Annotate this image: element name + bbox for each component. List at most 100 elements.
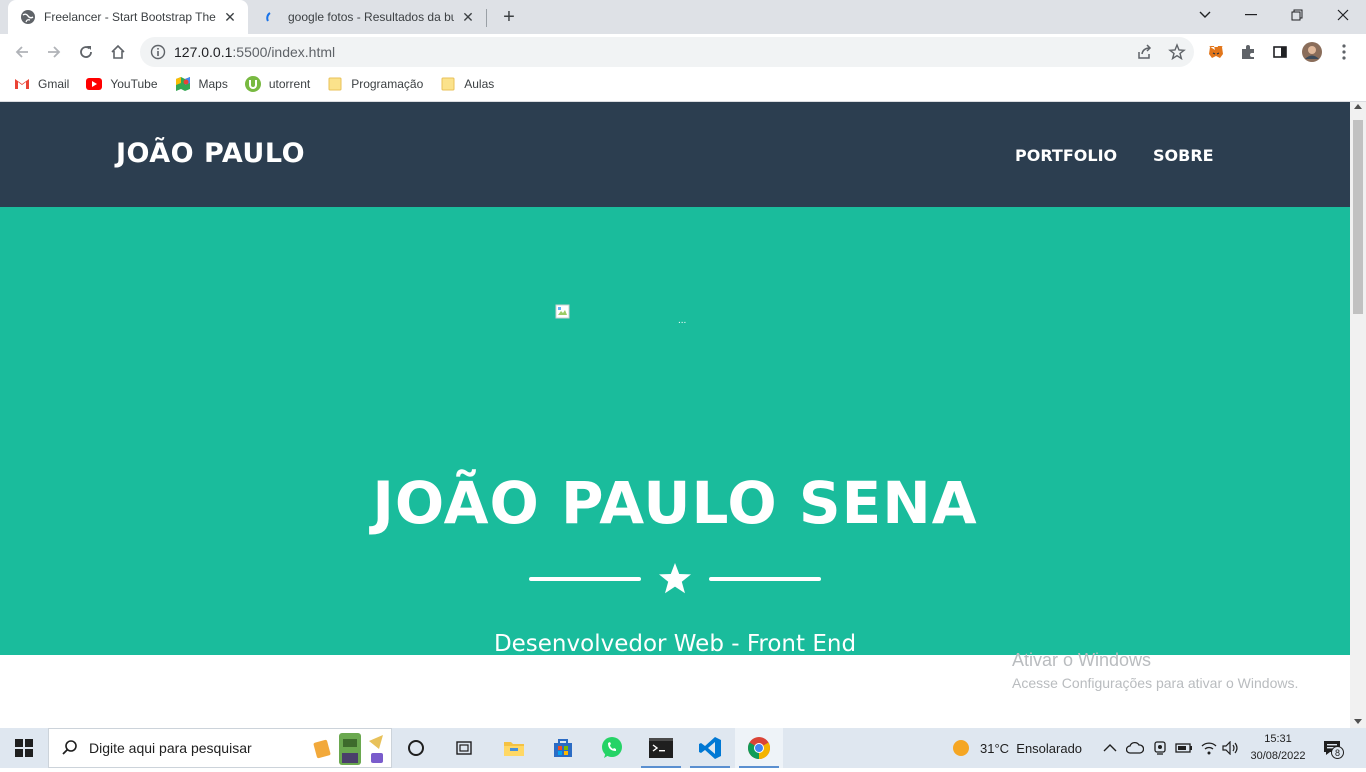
search-highlight-illustration-icon	[313, 731, 389, 772]
metamask-icon[interactable]	[1206, 42, 1226, 62]
windows-start-button[interactable]	[0, 728, 48, 768]
watermark-subtitle: Acesse Configurações para ativar o Windo…	[1012, 675, 1299, 691]
scroll-up-arrow[interactable]	[1354, 104, 1362, 109]
divider-line-left	[529, 577, 641, 581]
url-text: 127.0.0.1:5500/index.html	[174, 44, 336, 60]
address-bar[interactable]: 127.0.0.1:5500/index.html	[140, 37, 1194, 67]
file-explorer-button[interactable]	[490, 728, 538, 768]
avatar-image-alt: ...	[678, 315, 687, 326]
reload-button[interactable]	[72, 38, 100, 66]
bookmark-utorrent[interactable]: utorrent	[244, 76, 310, 92]
notification-center-button[interactable]: 8	[1322, 728, 1344, 768]
maps-icon	[175, 76, 191, 92]
site-brand-link[interactable]: JOÃO PAULO	[116, 138, 305, 169]
scroll-down-arrow[interactable]	[1354, 719, 1362, 724]
microsoft-store-button[interactable]	[539, 728, 587, 768]
tab-title: Freelancer - Start Bootstrap Then	[44, 10, 216, 24]
sun-icon	[952, 739, 970, 757]
chrome-icon	[748, 737, 770, 759]
search-placeholder: Digite aqui para pesquisar	[89, 740, 252, 756]
info-icon[interactable]	[150, 44, 166, 60]
window-close-button[interactable]	[1320, 0, 1366, 30]
bookmark-gmail[interactable]: Gmail	[14, 76, 69, 92]
task-view-icon	[456, 741, 472, 755]
bookmark-youtube[interactable]: YouTube	[86, 76, 158, 92]
task-view-button[interactable]	[440, 728, 488, 768]
volume-icon[interactable]	[1222, 728, 1240, 768]
taskbar-clock[interactable]: 15:31 30/08/2022	[1246, 731, 1310, 765]
hero-title: JOÃO PAULO SENA	[372, 469, 978, 537]
share-icon[interactable]	[1136, 43, 1154, 66]
tab-freelancer[interactable]: Freelancer - Start Bootstrap Then ✕	[8, 0, 248, 34]
cortana-button[interactable]	[392, 728, 440, 768]
close-icon[interactable]: ✕	[222, 9, 238, 25]
extensions-puzzle-icon[interactable]	[1238, 42, 1258, 62]
web-page: JOÃO PAULO PORTFOLIO SOBRE ... JOÃO PAUL…	[0, 102, 1350, 728]
wifi-icon[interactable]	[1200, 728, 1218, 768]
sync-cloud-icon[interactable]	[1126, 728, 1144, 768]
bookmark-star-icon[interactable]	[1168, 43, 1186, 66]
broken-image-icon	[555, 304, 571, 320]
terminal-button[interactable]	[637, 728, 685, 768]
utorrent-icon	[244, 76, 261, 92]
site-navbar: JOÃO PAULO PORTFOLIO SOBRE	[0, 102, 1350, 207]
bookmark-maps[interactable]: Maps	[175, 76, 228, 92]
clock-date: 30/08/2022	[1250, 750, 1306, 762]
clock-time: 15:31	[1264, 733, 1292, 745]
windows-logo-icon	[15, 739, 33, 757]
terminal-icon	[649, 738, 673, 758]
tab-search-button[interactable]	[1182, 0, 1228, 30]
scrollbar-thumb[interactable]	[1353, 120, 1363, 314]
star-divider	[529, 562, 821, 596]
bookmarks-bar: Gmail YouTube Maps utorrent Programação …	[0, 70, 1366, 98]
notification-icon: 8	[1322, 739, 1344, 759]
page-scrollbar[interactable]	[1350, 102, 1366, 728]
loading-icon	[264, 9, 280, 25]
new-tab-button[interactable]: +	[498, 6, 520, 28]
tab-separator	[486, 9, 487, 27]
watermark-title: Ativar o Windows	[1012, 650, 1152, 670]
whatsapp-button[interactable]	[588, 728, 636, 768]
tab-title: google fotos - Resultados da bus	[288, 10, 454, 24]
forward-button[interactable]	[40, 38, 68, 66]
restore-button[interactable]	[1274, 0, 1320, 30]
folder-icon	[440, 76, 456, 92]
menu-kebab-icon[interactable]	[1334, 42, 1354, 62]
taskbar-search-box[interactable]: Digite aqui para pesquisar	[48, 728, 392, 768]
folder-icon	[327, 76, 343, 92]
battery-icon[interactable]	[1175, 728, 1193, 768]
weather-text: 31°C Ensolarado	[980, 740, 1083, 756]
chrome-button[interactable]	[735, 728, 783, 768]
globe-icon	[20, 9, 36, 25]
cortana-icon	[408, 740, 424, 756]
vscode-icon	[699, 737, 721, 759]
windows-taskbar: Digite aqui para pesquisar 31°C Ensolara…	[0, 728, 1366, 768]
masthead: ... JOÃO PAULO SENA Desenvolvedor Web - …	[0, 207, 1350, 657]
back-button[interactable]	[8, 38, 36, 66]
webcam-icon[interactable]	[1152, 728, 1168, 768]
browser-toolbar: 127.0.0.1:5500/index.html	[0, 34, 1366, 70]
search-icon	[61, 739, 79, 757]
youtube-icon	[86, 76, 103, 92]
notification-count-badge: 8	[1331, 746, 1344, 759]
profile-avatar[interactable]	[1302, 42, 1322, 62]
weather-widget[interactable]: 31°C Ensolarado	[952, 728, 1082, 768]
close-icon[interactable]: ✕	[460, 9, 476, 25]
home-button[interactable]	[104, 38, 132, 66]
vscode-button[interactable]	[686, 728, 734, 768]
star-icon	[659, 563, 691, 594]
file-explorer-icon	[504, 742, 524, 756]
nav-link-sobre[interactable]: SOBRE	[1153, 146, 1214, 165]
side-panel-icon[interactable]	[1270, 42, 1290, 62]
show-hidden-icons-chevron[interactable]	[1103, 728, 1117, 768]
bookmark-folder-aulas[interactable]: Aulas	[440, 76, 494, 92]
tab-strip: Freelancer - Start Bootstrap Then ✕ goog…	[0, 0, 1366, 34]
bookmark-folder-programacao[interactable]: Programação	[327, 76, 423, 92]
windows-activation-watermark: Ativar o Windows Acesse Configurações pa…	[1012, 650, 1298, 691]
tab-google-fotos[interactable]: google fotos - Resultados da bus ✕	[252, 0, 486, 34]
nav-link-portfolio[interactable]: PORTFOLIO	[1015, 146, 1117, 165]
divider-line-right	[709, 577, 821, 581]
minimize-button[interactable]	[1228, 0, 1274, 30]
whatsapp-icon	[602, 737, 622, 758]
gmail-icon	[14, 76, 30, 92]
